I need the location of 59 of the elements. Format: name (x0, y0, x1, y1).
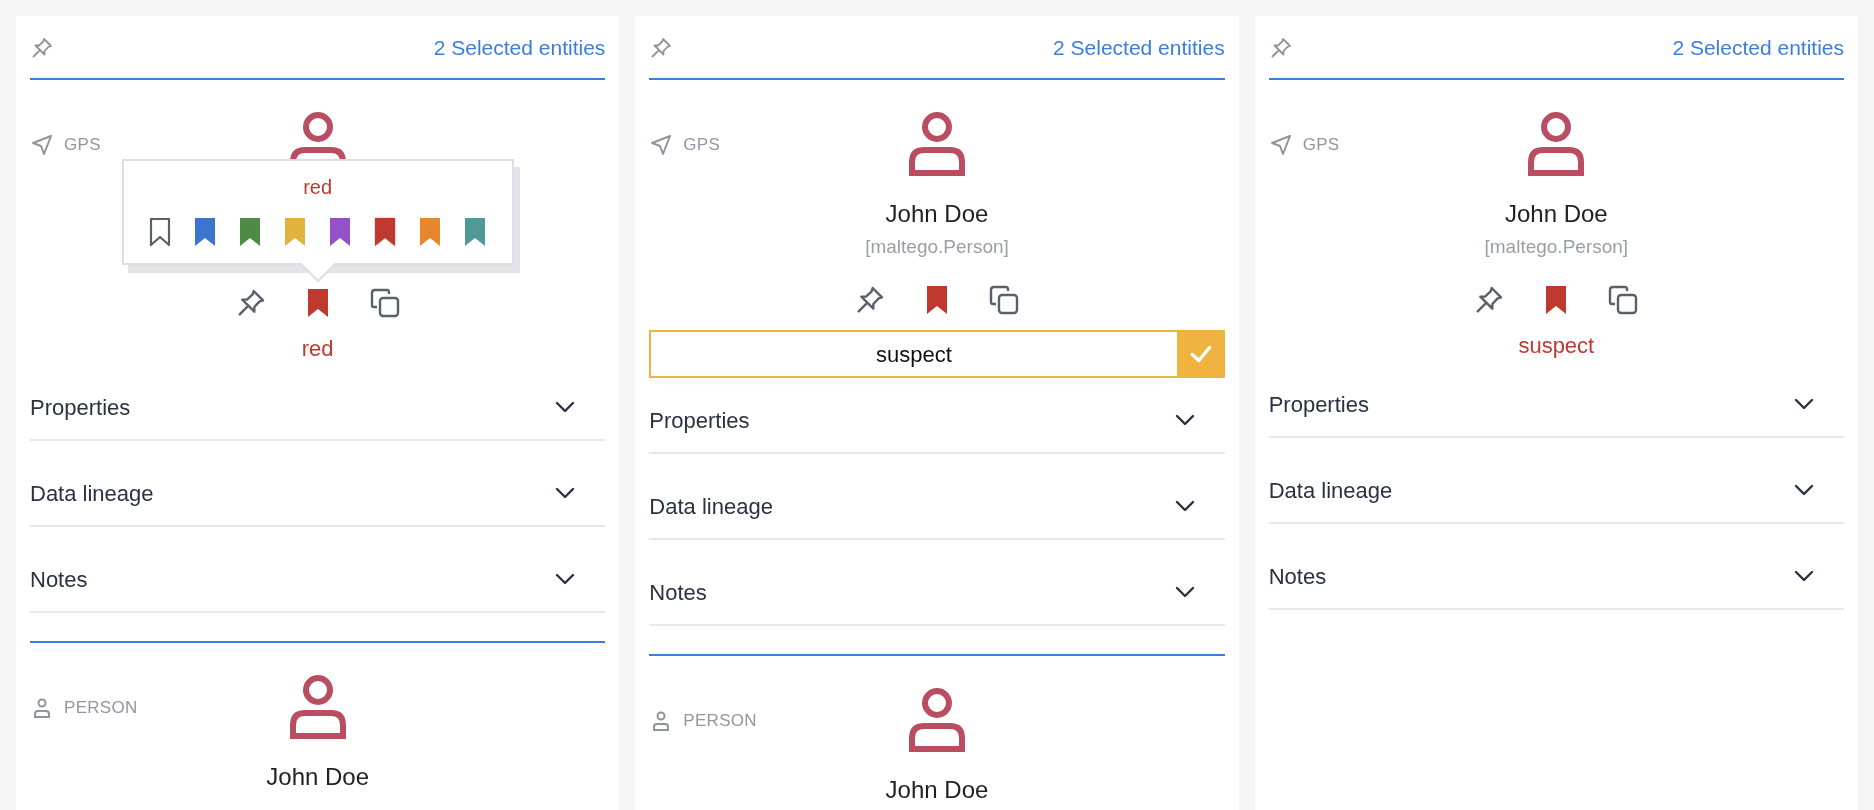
selected-entities-link[interactable]: 2 Selected entities (1053, 32, 1225, 64)
section-title: Notes (649, 578, 707, 607)
bookmark-icon[interactable] (194, 217, 217, 247)
section-header[interactable]: Data lineage (649, 454, 1225, 540)
navigation-arrow-icon (30, 132, 54, 157)
popover-title: red (303, 175, 333, 200)
entity-type-label: GPS (1302, 134, 1340, 156)
section-title: Data lineage (649, 492, 773, 521)
navigation-arrow-icon (1268, 132, 1293, 157)
bookmark-icon[interactable] (374, 217, 397, 247)
section-title: Notes (1268, 562, 1327, 591)
section-header[interactable]: Properties (1268, 362, 1844, 438)
entity-name: John Doe (1504, 199, 1608, 229)
bookmark-icon[interactable] (926, 284, 948, 316)
tag-label: suspect (1518, 332, 1595, 360)
section-header[interactable]: Data lineage (30, 441, 606, 527)
section-title: Properties (30, 393, 131, 422)
section-title: Notes (30, 565, 88, 594)
copy-icon[interactable] (368, 287, 401, 319)
bookmark-icon[interactable] (1545, 284, 1568, 316)
pin-icon[interactable] (30, 36, 54, 60)
navigation-arrow-icon (649, 132, 674, 157)
entity-name: John Doe (266, 762, 370, 792)
bookmark-icon[interactable] (329, 217, 352, 247)
section-title: Data lineage (30, 479, 154, 508)
bookmark-icon[interactable] (239, 217, 262, 247)
entity-type: [maltego.Person] (1484, 235, 1629, 259)
section-title: Data lineage (1268, 476, 1393, 505)
person-icon (288, 675, 347, 739)
tag-input-field[interactable]: suspect (649, 330, 1177, 378)
entity-type-label: PERSON (64, 697, 138, 719)
section-title: Properties (1268, 390, 1369, 419)
person-icon (908, 112, 966, 176)
tag-label: red (301, 335, 334, 363)
person-icon (908, 688, 966, 752)
person-icon (1527, 112, 1586, 176)
section-header[interactable]: Properties (30, 365, 606, 441)
section-header[interactable]: Data lineage (1268, 438, 1844, 524)
entity-type-label: GPS (683, 134, 721, 156)
entity-type: [maltego.Person] (865, 235, 1009, 259)
section-header[interactable]: Notes (30, 527, 606, 613)
bookmark-icon[interactable] (306, 287, 329, 319)
selected-entities-link[interactable]: 2 Selected entities (433, 32, 606, 64)
pin-icon[interactable] (854, 284, 886, 316)
section-header[interactable]: Properties (649, 378, 1225, 454)
selected-entities-link[interactable]: 2 Selected entities (1672, 32, 1844, 64)
bookmark-outline-icon[interactable] (149, 217, 172, 247)
copy-icon[interactable] (1607, 284, 1640, 316)
bookmark-icon[interactable] (419, 217, 442, 247)
pin-icon[interactable] (649, 36, 674, 60)
entity-name: John Doe (885, 775, 989, 805)
bookmark-icon[interactable] (464, 217, 487, 247)
section-title: Properties (649, 406, 750, 435)
copy-icon[interactable] (988, 284, 1020, 316)
section-header[interactable]: Notes (649, 540, 1225, 626)
entity-type-label: GPS (64, 134, 101, 156)
entity-type-label: PERSON (683, 710, 757, 732)
section-header[interactable]: Notes (1268, 524, 1844, 610)
entity-name: John Doe (885, 199, 989, 229)
